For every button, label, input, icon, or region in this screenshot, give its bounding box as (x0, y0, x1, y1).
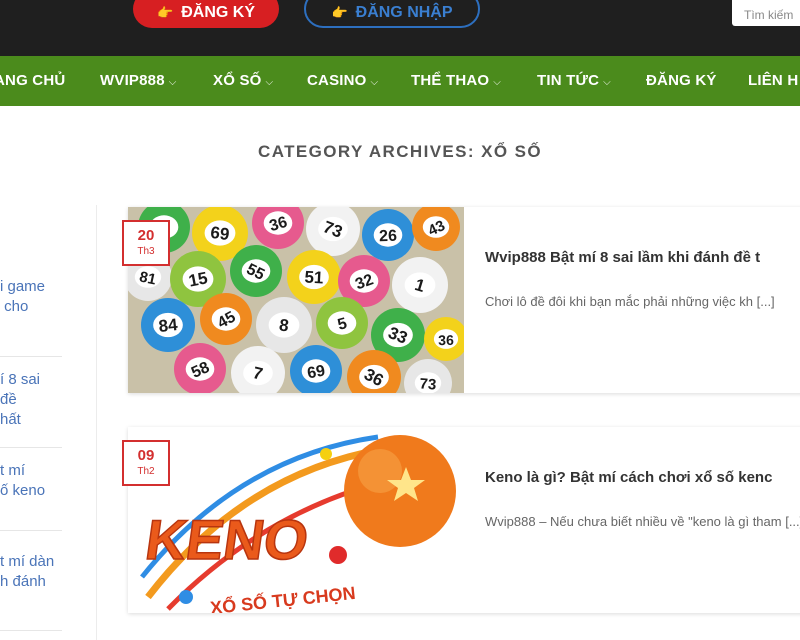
register-button[interactable]: 👉 ĐĂNG KÝ (133, 0, 279, 28)
register-label: ĐĂNG KÝ (181, 4, 255, 21)
date-month: Th3 (137, 246, 155, 257)
nav-label: ANG CHỦ (0, 72, 66, 89)
lottery-ball-number: 69 (209, 223, 230, 244)
post-title[interactable]: Wvip888 Bật mí 8 sai lầm khi đánh đề t (485, 249, 760, 266)
chevron-down-icon: ⌵ (603, 77, 611, 88)
post-excerpt: Wvip888 – Nếu chưa biết nhiều về "keno l… (485, 514, 800, 529)
sidebar-separator (0, 630, 62, 631)
chevron-down-icon: ⌵ (265, 77, 274, 88)
chevron-down-icon: ⌵ (493, 77, 502, 88)
chevron-down-icon: ⌵ (168, 77, 177, 88)
nav-item-lien-he[interactable]: LIÊN H (748, 56, 798, 106)
nav-label: XỔ SỐ (213, 72, 262, 89)
nav-item-home[interactable]: ANG CHỦ (0, 56, 65, 106)
nav-item-tin-tuc[interactable]: TIN TỨC ⌵ (537, 56, 611, 106)
sidebar-separator (0, 530, 62, 531)
lottery-balls-image: 7693673264381155551321844585333658769367… (128, 207, 464, 393)
date-badge: 20 Th3 (122, 220, 170, 266)
sidebar-separator (0, 356, 62, 357)
search-input[interactable]: Tìm kiếm (732, 0, 800, 26)
date-month: Th2 (137, 466, 155, 477)
lottery-ball-number: 51 (304, 268, 324, 288)
pointing-hand-icon: 👉 (157, 5, 174, 20)
pointing-hand-icon: 👉 (331, 5, 348, 20)
page-title: CATEGORY ARCHIVES: XỔ SỐ (258, 142, 542, 161)
nav-label: LIÊN H (748, 72, 799, 89)
search-placeholder: Tìm kiếm (744, 8, 794, 22)
lottery-ball-number: 81 (138, 268, 158, 288)
keno-logo-text: KENO (142, 508, 313, 571)
nav-item-the-thao[interactable]: THỂ THAO ⌵ (411, 56, 501, 106)
login-button[interactable]: 👉 ĐĂNG NHẬP (304, 0, 480, 28)
nav-item-wvip888[interactable]: WVIP888 ⌵ (100, 56, 177, 106)
sidebar-link[interactable]: t mí dàn h đánh (0, 552, 54, 592)
nav-label: TIN TỨC (537, 72, 600, 89)
date-day: 09 (137, 447, 155, 464)
nav-label: CASINO (307, 72, 367, 89)
post-thumbnail-keno[interactable]: KENO XỔ SỐ TỰ CHỌN (128, 427, 464, 613)
sidebar-link[interactable]: i game cho (0, 277, 45, 317)
main-nav: ANG CHỦ WVIP888 ⌵ XỔ SỐ ⌵ CASINO ⌵ THỂ THAO… (0, 56, 800, 106)
lottery-ball-number: 73 (419, 375, 437, 393)
keno-logo-image: KENO XỔ SỐ TỰ CHỌN (128, 427, 464, 613)
sidebar-separator (0, 447, 62, 448)
nav-label: THỂ THAO (411, 72, 490, 89)
post-thumbnail-lottery-balls[interactable]: 7693673264381155551321844585333658769367… (128, 207, 464, 393)
sidebar-link[interactable]: í 8 sai đề hất (0, 370, 40, 430)
lottery-ball-number: 84 (158, 315, 179, 336)
post-card[interactable]: KENO XỔ SỐ TỰ CHỌN Keno là gì? Bật mí cá… (128, 427, 800, 613)
nav-item-casino[interactable]: CASINO ⌵ (307, 56, 378, 106)
top-bar: 👉 ĐĂNG KÝ 👉 ĐĂNG NHẬP Tìm kiếm (0, 0, 800, 56)
page: 👉 ĐĂNG KÝ 👉 ĐĂNG NHẬP Tìm kiếm ANG CHỦ W… (0, 0, 800, 640)
post-title[interactable]: Keno là gì? Bật mí cách chơi xổ số kenc (485, 469, 772, 486)
lottery-ball-number: 69 (306, 363, 327, 383)
post-card[interactable]: 7693673264381155551321844585333658769367… (128, 207, 800, 393)
nav-item-xo-so[interactable]: XỔ SỐ ⌵ (213, 56, 273, 106)
nav-label: WVIP888 (100, 72, 165, 89)
post-excerpt: Chơi lô đề đôi khi bạn mắc phải những vi… (485, 294, 775, 309)
login-label: ĐĂNG NHẬP (355, 4, 453, 21)
chevron-down-icon: ⌵ (370, 77, 379, 88)
nav-label: ĐĂNG KÝ (646, 72, 717, 89)
date-day: 20 (137, 227, 155, 244)
nav-item-dang-ky[interactable]: ĐĂNG KÝ (646, 56, 717, 106)
lottery-ball-number: 36 (438, 332, 454, 348)
lottery-ball-number: 15 (187, 268, 209, 290)
sidebar-divider (96, 205, 97, 640)
lottery-ball-number: 26 (379, 228, 397, 246)
date-badge: 09 Th2 (122, 440, 170, 486)
sidebar-link[interactable]: t mí ố keno (0, 461, 45, 501)
